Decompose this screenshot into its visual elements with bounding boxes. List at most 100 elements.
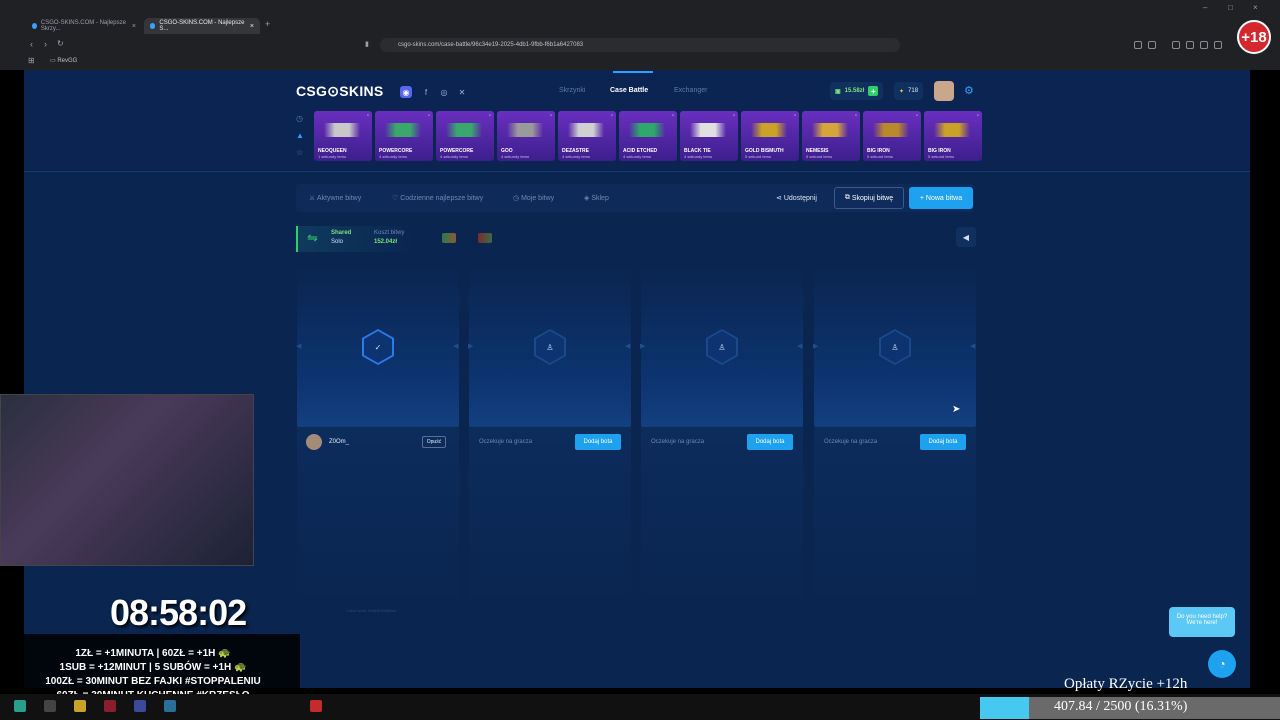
forward-icon[interactable]: › bbox=[44, 39, 47, 49]
gear-icon[interactable]: ⚙ bbox=[964, 84, 974, 97]
discord-icon[interactable]: ◉ bbox=[400, 86, 412, 98]
favicon-icon bbox=[32, 23, 37, 29]
back-icon[interactable]: ‹ bbox=[30, 39, 33, 49]
corner-icon: ▫ bbox=[427, 113, 430, 119]
coins-badge[interactable]: ✦ 718 bbox=[894, 82, 924, 100]
feed-item[interactable]: ▫ GOLD BISMUTH 5 sekund temu bbox=[741, 111, 799, 161]
feed-item[interactable]: ▫ BLACK TIE 4 sekundy temu bbox=[680, 111, 738, 161]
feed-item[interactable]: ▫ ACID ETCHED 4 sekundy temu bbox=[619, 111, 677, 161]
tab-active-battles[interactable]: ⚔ Aktywne bitwy bbox=[309, 194, 361, 202]
extension-icon[interactable] bbox=[1134, 41, 1142, 49]
instagram-icon[interactable]: ◎ bbox=[438, 86, 450, 98]
feed-item[interactable]: ▫ GOO 4 sekundy temu bbox=[497, 111, 555, 161]
screenshot-icon[interactable] bbox=[1200, 41, 1208, 49]
search-icon[interactable] bbox=[44, 700, 56, 712]
corner-icon: ▫ bbox=[732, 113, 735, 119]
extension-icon[interactable] bbox=[1148, 41, 1156, 49]
feed-item-time: 5 sekund temu bbox=[745, 154, 772, 159]
sidebar-icon[interactable] bbox=[1186, 41, 1194, 49]
rule-line: 100ZŁ = 30MINUT BEZ FAJKI #STOPPALENIU bbox=[45, 676, 261, 687]
add-bot-button[interactable]: Dodaj bota bbox=[920, 434, 966, 450]
add-bot-button[interactable]: Dodaj bota bbox=[575, 434, 621, 450]
bookmark-label: RevGG bbox=[57, 58, 78, 64]
help-bubble[interactable]: Do you need help? We're here! bbox=[1169, 607, 1235, 637]
goal-title: Opłaty RZycie +12h bbox=[1064, 676, 1188, 692]
tab-my-battles[interactable]: ◷ Moje bitwy bbox=[513, 194, 554, 202]
feed-item[interactable]: ▫ DEZASTRE 4 sekundy temu bbox=[558, 111, 616, 161]
arrow-left-icon: ◀ bbox=[296, 343, 302, 350]
nav-case-battle[interactable]: Case Battle bbox=[610, 87, 648, 94]
close-window-icon[interactable]: × bbox=[1253, 3, 1258, 12]
cost-value: 152.04zł bbox=[374, 239, 398, 245]
weapon-icon bbox=[751, 123, 787, 137]
star-icon[interactable]: ☆ bbox=[296, 148, 303, 157]
start-icon[interactable] bbox=[14, 700, 26, 712]
weapon-icon bbox=[507, 123, 543, 137]
tab-label: Sklep bbox=[591, 195, 609, 202]
case-thumbnail[interactable] bbox=[478, 233, 492, 243]
feed-item[interactable]: ▫ POWERCORE 4 sekundy temu bbox=[375, 111, 433, 161]
browser-tab-1[interactable]: CSGO-SKINS.COM - Najlepsze Skrzy... × bbox=[26, 18, 142, 34]
nav-exchanger[interactable]: Exchanger bbox=[674, 87, 707, 94]
settings-icon[interactable] bbox=[1214, 41, 1222, 49]
reload-icon[interactable]: ↻ bbox=[57, 39, 64, 48]
folder-icon[interactable] bbox=[74, 700, 86, 712]
new-tab-icon[interactable]: + bbox=[265, 19, 270, 29]
slot-drops-area bbox=[641, 427, 803, 607]
feed-item-time: 4 sekundy temu bbox=[379, 154, 408, 159]
thumb-icon[interactable]: ▲ bbox=[296, 131, 304, 140]
feed-item[interactable]: ▫ BIG IRON 5 sekund temu bbox=[863, 111, 921, 161]
address-bar[interactable]: csgo-skins.com/case-battle/96c34e19-2025… bbox=[380, 38, 900, 52]
tab-best-battles[interactable]: ♡ Codzienne najlepsze bitwy bbox=[392, 194, 483, 202]
share-button[interactable]: ⋖ Udostępnij bbox=[776, 194, 817, 202]
tab-shop[interactable]: ◈ Sklep bbox=[584, 194, 609, 202]
leave-button[interactable]: Opuść bbox=[422, 436, 446, 448]
cost-label: Koszt bitwy bbox=[374, 230, 405, 236]
app-icon[interactable] bbox=[134, 700, 146, 712]
facebook-icon[interactable]: f bbox=[420, 86, 432, 98]
app-icon[interactable] bbox=[164, 700, 176, 712]
minimize-icon[interactable]: – bbox=[1203, 3, 1207, 12]
app-icon[interactable] bbox=[310, 700, 322, 712]
feed-item-time: 5 sekund temu bbox=[928, 154, 955, 159]
close-icon[interactable]: × bbox=[132, 23, 136, 30]
chat-icon[interactable]: ◔ bbox=[1208, 650, 1236, 678]
maximize-icon[interactable]: □ bbox=[1228, 3, 1233, 12]
corner-icon: ▫ bbox=[488, 113, 491, 119]
tab-label: Codzienne najlepsze bitwy bbox=[400, 195, 484, 202]
nav-cases[interactable]: Skrzynki bbox=[559, 87, 585, 94]
bookmark-star-icon[interactable]: ▮ bbox=[365, 40, 369, 48]
balance-value: 15.58zł bbox=[844, 88, 865, 94]
feed-item[interactable]: ▫ NEOQUEEN 1 sekundy temu bbox=[314, 111, 372, 161]
coin-icon: ✦ bbox=[899, 88, 905, 95]
add-bot-button[interactable]: Dodaj bota bbox=[747, 434, 793, 450]
feed-item[interactable]: ▫ POWERCORE 4 sekundy temu bbox=[436, 111, 494, 161]
browser-tab-2[interactable]: CSGO-SKINS.COM - Najlepsze S... × bbox=[144, 18, 260, 34]
copy-battle-button[interactable]: ⧉ Skopiuj bitwę bbox=[834, 187, 904, 209]
webcam-overlay bbox=[0, 394, 254, 566]
x-icon[interactable]: ✕ bbox=[456, 86, 468, 98]
corner-icon: ▫ bbox=[793, 113, 796, 119]
copy-label: Skopiuj bitwę bbox=[851, 194, 894, 202]
weapon-icon bbox=[690, 123, 726, 137]
tab-label: Aktywne bitwy bbox=[316, 195, 362, 202]
feed-item[interactable]: ▫ NEMESIS 5 sekund temu bbox=[802, 111, 860, 161]
site-logo[interactable]: CSG⊙SKINS bbox=[296, 83, 384, 100]
feed-item[interactable]: ▫ BIG IRON 5 sekund temu bbox=[924, 111, 982, 161]
sound-toggle-icon[interactable]: ◀ bbox=[956, 227, 976, 247]
apps-grid-icon[interactable]: ⊞ bbox=[28, 56, 35, 65]
deposit-icon[interactable]: + bbox=[868, 86, 879, 96]
corner-icon: ▫ bbox=[610, 113, 613, 119]
app-icon[interactable] bbox=[104, 700, 116, 712]
balance-badge[interactable]: ▣ 15.58zł + bbox=[830, 82, 884, 100]
corner-icon: ▫ bbox=[671, 113, 674, 119]
bookmark-revgg[interactable]: ▭ RevGG bbox=[50, 57, 77, 64]
media-icon[interactable] bbox=[1172, 41, 1180, 49]
weapon-icon bbox=[324, 123, 360, 137]
mode-variant: Solo bbox=[331, 239, 344, 245]
clock-icon[interactable]: ◷ bbox=[296, 114, 303, 123]
new-battle-button[interactable]: + Nowa bitwa bbox=[909, 187, 973, 209]
user-avatar[interactable] bbox=[934, 81, 954, 101]
case-thumbnail[interactable] bbox=[442, 233, 456, 243]
close-icon[interactable]: × bbox=[250, 23, 254, 30]
